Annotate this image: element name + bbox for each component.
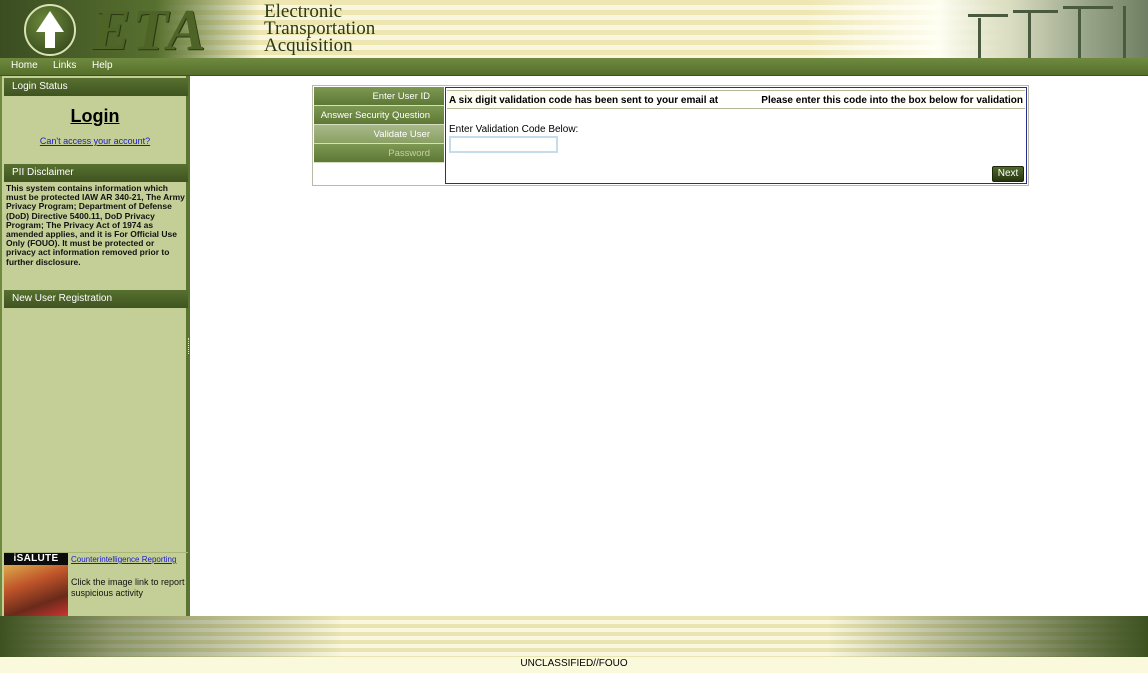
validation-content: A six digit validation code has been sen… — [445, 87, 1027, 184]
next-button[interactable]: Next — [992, 166, 1024, 182]
pii-disclaimer-text: This system contains information which m… — [6, 183, 185, 267]
port-cranes-image — [938, 0, 1148, 58]
salute-panel: iSALUTE Counterintelligence Reporting Cl… — [4, 552, 188, 616]
salute-image-label: iSALUTE — [4, 553, 68, 565]
app-title-line: Acquisition — [264, 35, 353, 56]
nav-links-link[interactable]: Links — [53, 60, 76, 71]
eta-arrow-logo-icon — [24, 4, 76, 56]
step-answer-security-question[interactable]: Answer Security Question — [314, 106, 444, 125]
classification-banner: UNCLASSIFIED//FOUO — [0, 657, 1148, 673]
sidebar-resize-handle[interactable] — [188, 338, 192, 354]
pii-disclaimer-header: PII Disclaimer — [4, 164, 188, 182]
login-link[interactable]: Login — [2, 106, 188, 127]
salute-report-image[interactable]: iSALUTE — [4, 553, 68, 616]
step-validate-user: Validate User — [314, 125, 444, 144]
header-banner: ETA Electronic Transportation Acquisitio… — [0, 0, 1148, 58]
counterintelligence-reporting-link[interactable]: Counterintelligence Reporting — [71, 555, 176, 564]
validation-message-bar: A six digit validation code has been sen… — [447, 90, 1025, 109]
step-password: Password — [314, 144, 444, 163]
footer-banner — [0, 616, 1148, 657]
account-recovery-wizard: Enter User ID Answer Security Question V… — [312, 85, 1029, 186]
nav-home-link[interactable]: Home — [11, 60, 38, 71]
app-title: Electronic Transportation Acquisition — [264, 2, 375, 56]
step-enter-user-id[interactable]: Enter User ID — [314, 87, 444, 106]
left-sidebar: Login Status Login Can't access your acc… — [0, 76, 190, 616]
salute-description: Click the image link to report suspiciou… — [71, 577, 185, 598]
login-status-header: Login Status — [4, 78, 188, 96]
wizard-steps: Enter User ID Answer Security Question V… — [314, 87, 445, 163]
validation-code-input[interactable] — [449, 136, 558, 153]
validation-code-label: Enter Validation Code Below: — [449, 124, 579, 135]
nav-help-link[interactable]: Help — [92, 60, 113, 71]
eta-logo-wordmark: ETA — [92, 0, 208, 58]
top-nav-bar: Home Links Help — [0, 58, 1148, 76]
new-user-registration-header[interactable]: New User Registration — [4, 290, 188, 308]
validation-message-left: A six digit validation code has been sen… — [449, 95, 719, 106]
cant-access-account-link[interactable]: Can't access your account? — [2, 136, 188, 146]
validation-message-right: Please enter this code into the box belo… — [761, 95, 1023, 106]
